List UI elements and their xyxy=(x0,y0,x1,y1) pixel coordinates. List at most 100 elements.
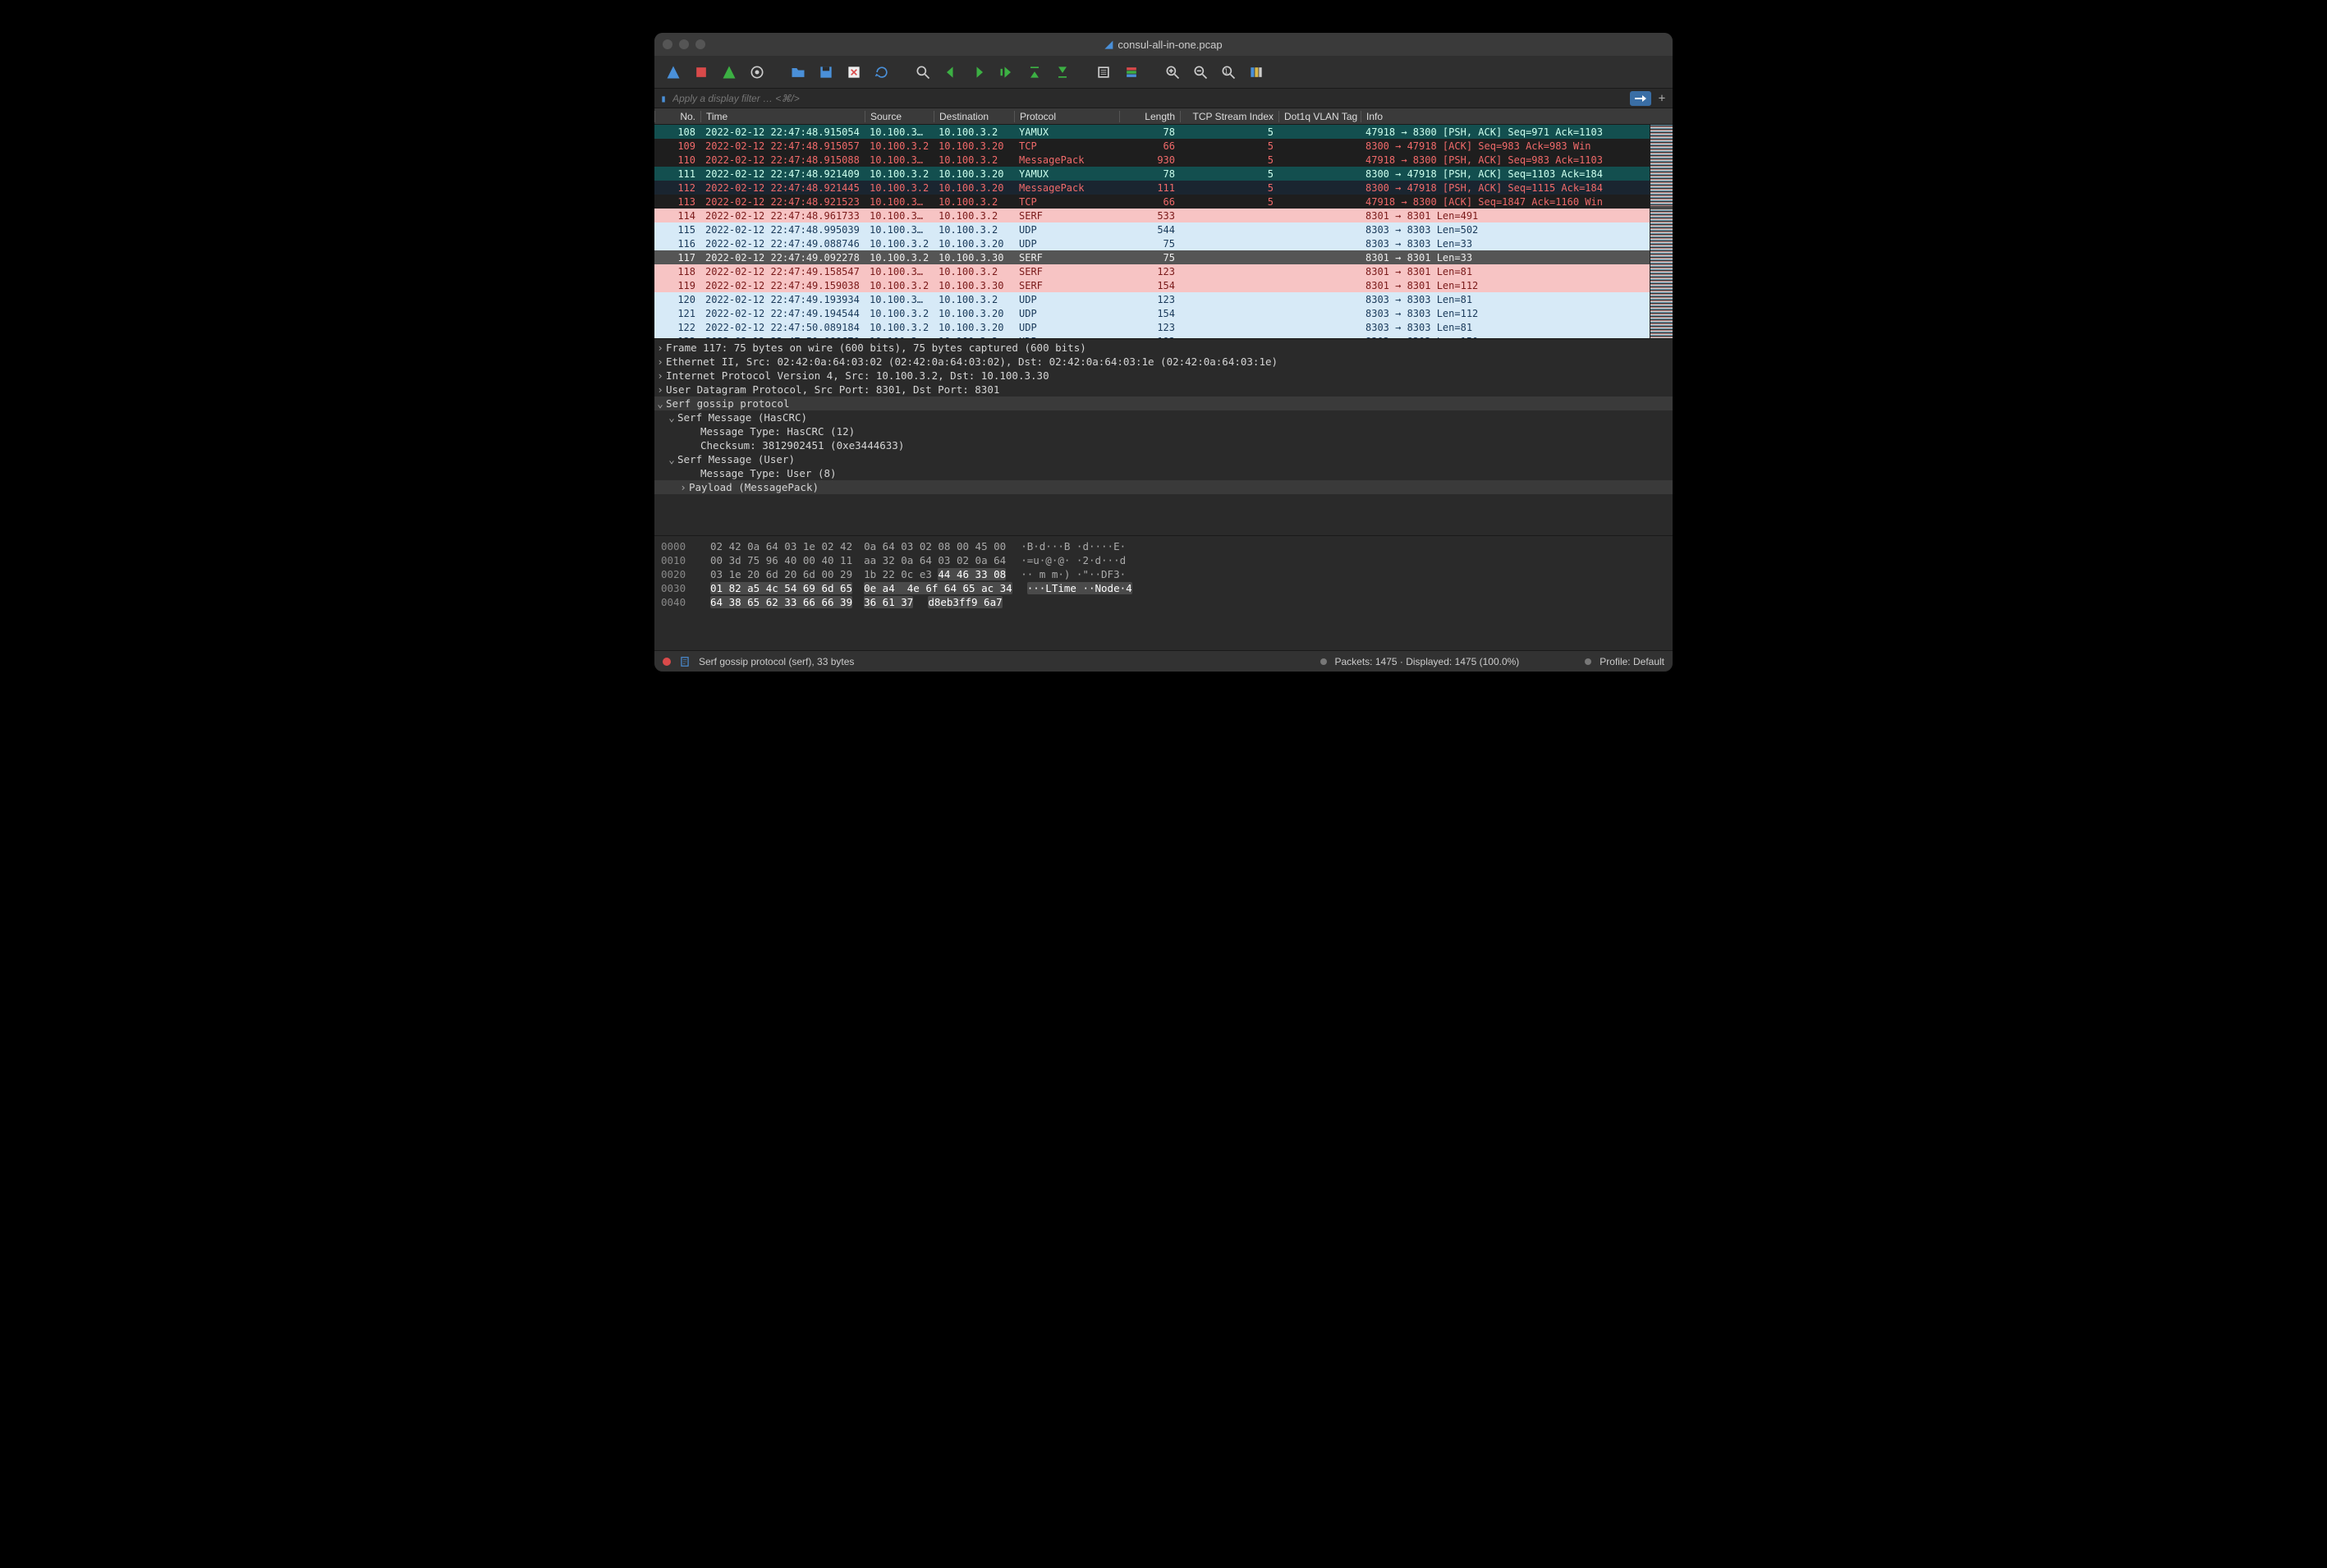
find-packet-button[interactable] xyxy=(911,60,935,85)
hex-row[interactable]: 004064 38 65 62 33 66 66 3936 61 37d8eb3… xyxy=(661,595,1666,609)
hex-bytes: 02 42 0a 64 03 1e 02 420a 64 03 02 08 00… xyxy=(710,540,1006,552)
tree-frame[interactable]: ›Frame 117: 75 bytes on wire (600 bits),… xyxy=(654,341,1673,355)
hex-row[interactable]: 003001 82 a5 4c 54 69 6d 650e a4 4e 6f 6… xyxy=(661,581,1666,595)
close-file-button[interactable] xyxy=(842,60,866,85)
capture-file-properties-icon[interactable] xyxy=(679,656,691,667)
zoom-in-button[interactable] xyxy=(1160,60,1185,85)
zoom-out-button[interactable] xyxy=(1188,60,1213,85)
col-prot[interactable]: Protocol xyxy=(1014,111,1119,122)
packet-minimap[interactable] xyxy=(1650,125,1673,338)
packet-row[interactable]: 1082022-02-12 22:47:48.91505410.100.3…10… xyxy=(654,125,1650,139)
bookmark-icon[interactable]: ▮ xyxy=(658,93,669,104)
packet-cell: 10.100.3.2 xyxy=(934,224,1014,236)
tree-checksum[interactable]: Checksum: 3812902451 (0xe3444633) xyxy=(654,438,1673,452)
packet-row[interactable]: 1152022-02-12 22:47:48.99503910.100.3…10… xyxy=(654,222,1650,236)
packet-cell: 8303 → 8303 Len=112 xyxy=(1361,308,1650,319)
go-first-button[interactable] xyxy=(1022,60,1047,85)
packet-row[interactable]: 1092022-02-12 22:47:48.91505710.100.3.21… xyxy=(654,139,1650,153)
packet-cell: 10.100.3… xyxy=(865,266,934,277)
packet-cell: TCP xyxy=(1014,140,1119,152)
packet-row[interactable]: 1212022-02-12 22:47:49.19454410.100.3.21… xyxy=(654,306,1650,320)
add-filter-button[interactable]: + xyxy=(1655,92,1669,105)
packet-list-header[interactable]: No. Time Source Destination Protocol Len… xyxy=(654,108,1673,125)
packet-cell: UDP xyxy=(1014,224,1119,236)
tree-msgtype-user[interactable]: Message Type: User (8) xyxy=(654,466,1673,480)
auto-scroll-button[interactable] xyxy=(1091,60,1116,85)
minimize-window-button[interactable] xyxy=(679,39,689,49)
tree-serf[interactable]: ⌄Serf gossip protocol xyxy=(654,397,1673,410)
packet-cell: YAMUX xyxy=(1014,168,1119,180)
tree-serf-msg-hascrc[interactable]: ⌄Serf Message (HasCRC) xyxy=(654,410,1673,424)
col-time[interactable]: Time xyxy=(700,111,865,122)
start-capture-button[interactable] xyxy=(661,60,686,85)
hex-row[interactable]: 002003 1e 20 6d 20 6d 00 291b 22 0c e3 4… xyxy=(661,567,1666,581)
col-vlan[interactable]: Dot1q VLAN Tag xyxy=(1278,111,1361,122)
app-window: ◢ consul-all-in-one.pcap 1 ▮ + xyxy=(654,33,1673,672)
packet-row[interactable]: 1222022-02-12 22:47:50.08918410.100.3.21… xyxy=(654,320,1650,334)
hex-bytes: 03 1e 20 6d 20 6d 00 291b 22 0c e3 44 46… xyxy=(710,568,1006,580)
col-len[interactable]: Length xyxy=(1119,111,1180,122)
hex-offset: 0010 xyxy=(661,554,695,566)
packet-cell: UDP xyxy=(1014,308,1119,319)
restart-capture-button[interactable] xyxy=(717,60,741,85)
packet-row[interactable]: 1132022-02-12 22:47:48.92152310.100.3…10… xyxy=(654,195,1650,209)
tree-serf-msg-user[interactable]: ⌄Serf Message (User) xyxy=(654,452,1673,466)
expert-info-icon[interactable] xyxy=(663,658,671,666)
save-file-button[interactable] xyxy=(814,60,838,85)
colorize-button[interactable] xyxy=(1119,60,1144,85)
packet-details-pane[interactable]: ›Frame 117: 75 bytes on wire (600 bits),… xyxy=(654,338,1673,535)
packet-row[interactable]: 1172022-02-12 22:47:49.09227810.100.3.21… xyxy=(654,250,1650,264)
tree-ethernet[interactable]: ›Ethernet II, Src: 02:42:0a:64:03:02 (02… xyxy=(654,355,1673,369)
packet-cell: 930 xyxy=(1119,154,1180,166)
col-src[interactable]: Source xyxy=(865,111,934,122)
zoom-reset-button[interactable]: 1 xyxy=(1216,60,1241,85)
packet-row[interactable]: 1182022-02-12 22:47:49.15854710.100.3…10… xyxy=(654,264,1650,278)
packet-cell: 10.100.3.30 xyxy=(934,280,1014,291)
tree-udp[interactable]: ›User Datagram Protocol, Src Port: 8301,… xyxy=(654,383,1673,397)
go-to-packet-button[interactable] xyxy=(994,60,1019,85)
apply-filter-button[interactable] xyxy=(1630,91,1651,106)
packet-cell: 123 xyxy=(654,336,700,339)
svg-text:1: 1 xyxy=(1224,67,1228,75)
packet-row[interactable]: 1102022-02-12 22:47:48.91508810.100.3…10… xyxy=(654,153,1650,167)
packet-cell: 117 xyxy=(654,252,700,264)
packet-row[interactable]: 1232022-02-12 22:47:50.08967010.100.3…10… xyxy=(654,334,1650,338)
status-profile[interactable]: Profile: Default xyxy=(1600,656,1664,667)
hex-row[interactable]: 0010 00 3d 75 96 40 00 40 11aa 32 0a 64 0… xyxy=(661,553,1666,567)
packet-cell: 2022-02-12 22:47:48.921523 xyxy=(700,196,865,208)
stop-capture-button[interactable] xyxy=(689,60,714,85)
hex-bytes: 00 3d 75 96 40 00 40 11aa 32 0a 64 03 02… xyxy=(710,554,1006,566)
packet-row[interactable]: 1202022-02-12 22:47:49.19393410.100.3…10… xyxy=(654,292,1650,306)
hex-row[interactable]: 000002 42 0a 64 03 1e 02 420a 64 03 02 0… xyxy=(661,539,1666,553)
packet-cell: 8303 → 8303 Len=81 xyxy=(1361,294,1650,305)
packet-row[interactable]: 1122022-02-12 22:47:48.92144510.100.3.21… xyxy=(654,181,1650,195)
go-last-button[interactable] xyxy=(1050,60,1075,85)
packet-row[interactable]: 1162022-02-12 22:47:49.08874610.100.3.21… xyxy=(654,236,1650,250)
tree-payload[interactable]: ›Payload (MessagePack) xyxy=(654,480,1673,494)
packet-row[interactable]: 1142022-02-12 22:47:48.96173310.100.3…10… xyxy=(654,209,1650,222)
capture-options-button[interactable] xyxy=(745,60,769,85)
resize-columns-button[interactable] xyxy=(1244,60,1269,85)
col-tcp[interactable]: TCP Stream Index xyxy=(1180,111,1278,122)
col-info[interactable]: Info xyxy=(1361,111,1673,122)
titlebar: ◢ consul-all-in-one.pcap xyxy=(654,33,1673,56)
display-filter-input[interactable] xyxy=(672,93,1627,104)
packet-row[interactable]: 1192022-02-12 22:47:49.15903810.100.3.21… xyxy=(654,278,1650,292)
packet-list-pane[interactable]: 1082022-02-12 22:47:48.91505410.100.3…10… xyxy=(654,125,1673,338)
hex-bytes: 64 38 65 62 33 66 66 3936 61 37 xyxy=(710,596,913,608)
reload-file-button[interactable] xyxy=(870,60,894,85)
close-window-button[interactable] xyxy=(663,39,672,49)
packet-bytes-pane[interactable]: 000002 42 0a 64 03 1e 02 420a 64 03 02 0… xyxy=(654,535,1673,650)
packet-cell: 10.100.3… xyxy=(865,224,934,236)
col-no[interactable]: No. xyxy=(654,111,700,122)
go-back-button[interactable] xyxy=(939,60,963,85)
open-file-button[interactable] xyxy=(786,60,810,85)
packet-cell: 112 xyxy=(654,182,700,194)
col-dst[interactable]: Destination xyxy=(934,111,1014,122)
packet-cell: 121 xyxy=(654,308,700,319)
packet-row[interactable]: 1112022-02-12 22:47:48.92140910.100.3.21… xyxy=(654,167,1650,181)
tree-ip[interactable]: ›Internet Protocol Version 4, Src: 10.10… xyxy=(654,369,1673,383)
go-forward-button[interactable] xyxy=(966,60,991,85)
tree-msgtype-hascrc[interactable]: Message Type: HasCRC (12) xyxy=(654,424,1673,438)
zoom-window-button[interactable] xyxy=(695,39,705,49)
